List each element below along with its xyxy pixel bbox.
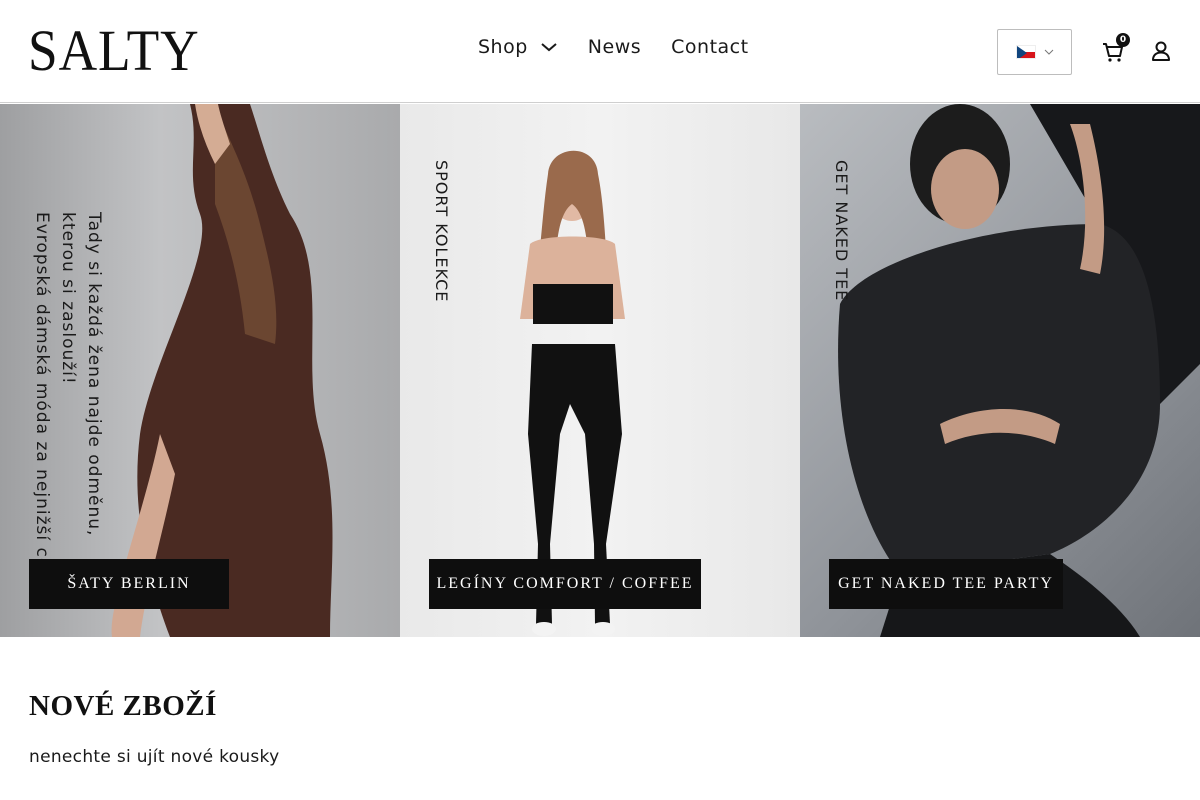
hero-vertical-line-2: kterou si zaslouží!: [58, 212, 78, 385]
language-selector[interactable]: [997, 29, 1072, 75]
hero-vertical-line-1: Tady si každá žena najde odměnu,: [84, 212, 104, 537]
hero-panel-get-naked-tee[interactable]: GET NAKED TEE: [800, 104, 1200, 637]
hero-vertical-line-3: Evropská dámská móda za nejnižší ceny.: [32, 212, 52, 597]
cart-count-badge: 0: [1116, 33, 1130, 47]
hero-vertical-tee-label: GET NAKED TEE: [832, 160, 851, 302]
cta-button-get-naked-tee[interactable]: GET NAKED TEE PARTY: [829, 559, 1063, 609]
nav-item-news[interactable]: News: [588, 36, 641, 58]
hero-banners: Tady si každá žena najde odměnu, kterou …: [0, 104, 1200, 637]
site-header: SALTY Shop News Contact 0: [0, 0, 1200, 103]
hero-panel-sport-collection[interactable]: SPORT KOLEKCE: [400, 104, 800, 637]
chevron-down-icon: [1044, 49, 1053, 55]
chevron-down-icon: [541, 43, 557, 52]
hero-panel-berlin-dress[interactable]: Tady si každá žena najde odměnu, kterou …: [0, 104, 400, 637]
cta-button-leginy-comfort[interactable]: LEGÍNY COMFORT / COFFEE: [429, 559, 701, 609]
new-products-title: NOVÉ ZBOŽÍ: [29, 690, 217, 722]
nav-item-contact[interactable]: Contact: [671, 36, 748, 58]
cta-button-saty-berlin[interactable]: ŠATY BERLIN: [29, 559, 229, 609]
user-icon[interactable]: [1150, 40, 1172, 62]
nav-item-shop[interactable]: Shop: [478, 36, 558, 58]
czech-flag-icon: [1015, 45, 1036, 59]
new-products-subtitle: nenechte si ujít nové kousky: [29, 747, 280, 767]
model-photo-tee: [838, 104, 1200, 637]
main-nav: Shop News Contact: [478, 36, 749, 58]
hero-vertical-sport-label: SPORT KOLEKCE: [432, 160, 451, 303]
model-photo-sport: [520, 150, 625, 636]
site-logo[interactable]: SALTY: [28, 22, 200, 80]
nav-shop-label: Shop: [478, 36, 528, 58]
